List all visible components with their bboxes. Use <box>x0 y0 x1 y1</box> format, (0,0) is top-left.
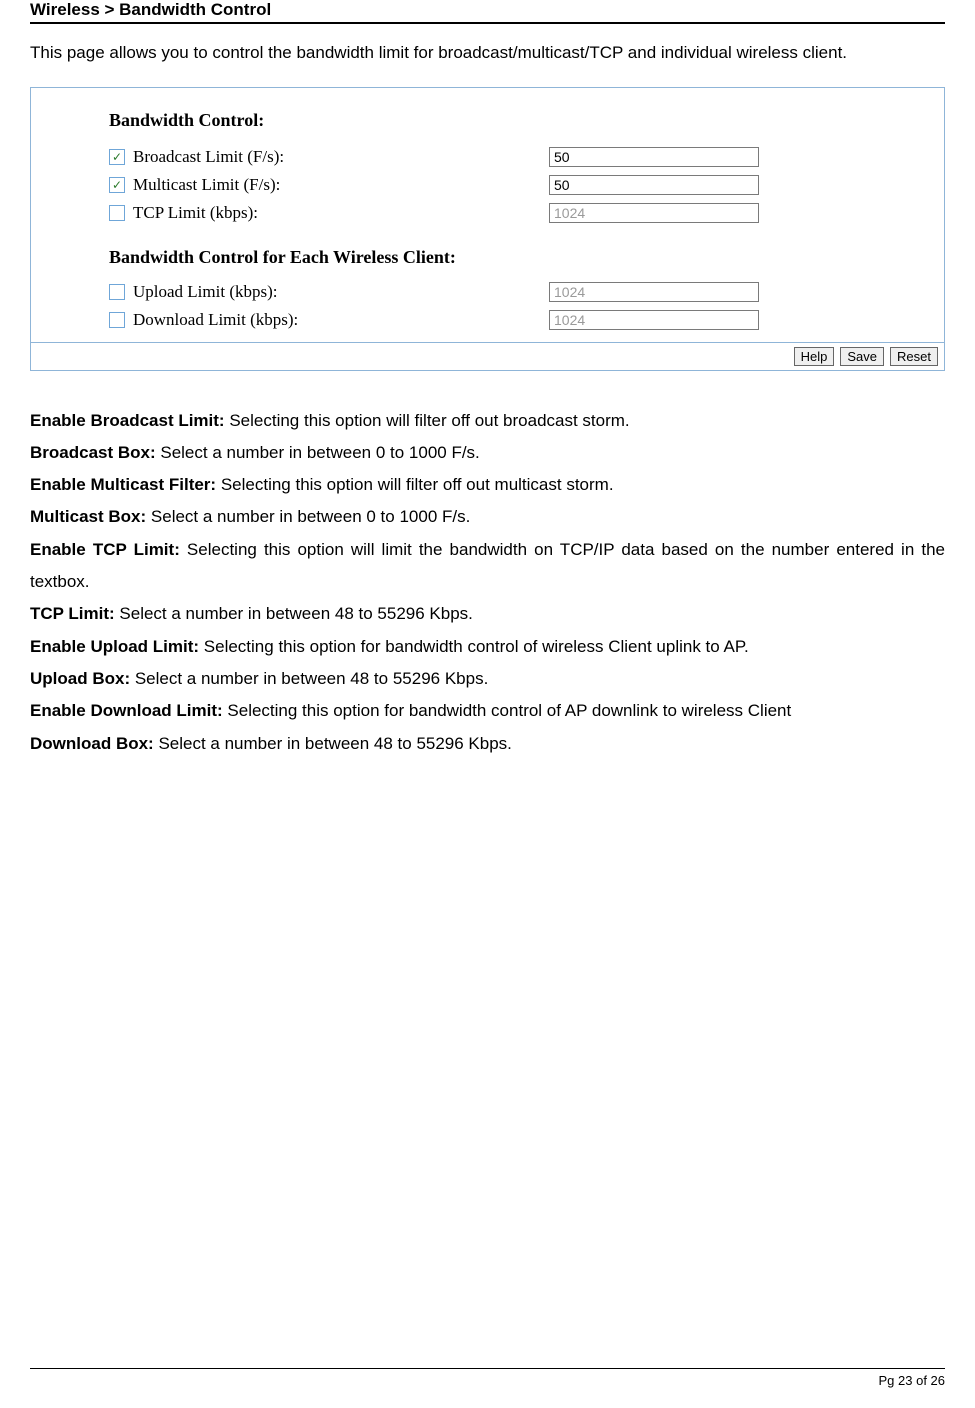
section-title-2: Bandwidth Control for Each Wireless Clie… <box>109 247 918 268</box>
help-button[interactable]: Help <box>794 347 835 366</box>
input-multicast-limit[interactable] <box>549 175 759 195</box>
input-broadcast-limit[interactable] <box>549 147 759 167</box>
label-tcp-limit: TCP Limit (kbps): <box>133 203 258 223</box>
label-broadcast-limit: Broadcast Limit (F/s): <box>133 147 284 167</box>
screenshot-panel: Bandwidth Control: ✓ Broadcast Limit (F/… <box>30 87 945 371</box>
checkbox-download-limit[interactable] <box>109 312 125 328</box>
def-enable-upload-limit: Enable Upload Limit: Selecting this opti… <box>30 631 945 663</box>
section-title-1: Bandwidth Control: <box>109 110 918 131</box>
page-heading: Wireless > Bandwidth Control <box>30 0 945 24</box>
label-download-limit: Download Limit (kbps): <box>133 310 298 330</box>
label-upload-limit: Upload Limit (kbps): <box>133 282 277 302</box>
row-multicast-limit: ✓ Multicast Limit (F/s): <box>109 171 918 199</box>
save-button[interactable]: Save <box>840 347 884 366</box>
page-footer: Pg 23 of 26 <box>30 1368 945 1388</box>
input-upload-limit[interactable] <box>549 282 759 302</box>
button-bar: Help Save Reset <box>31 342 944 370</box>
input-download-limit[interactable] <box>549 310 759 330</box>
input-tcp-limit[interactable] <box>549 203 759 223</box>
def-enable-multicast-filter: Enable Multicast Filter: Selecting this … <box>30 469 945 501</box>
def-broadcast-box: Broadcast Box: Select a number in betwee… <box>30 437 945 469</box>
definitions: Enable Broadcast Limit: Selecting this o… <box>30 405 945 760</box>
checkbox-upload-limit[interactable] <box>109 284 125 300</box>
row-upload-limit: Upload Limit (kbps): <box>109 278 918 306</box>
row-download-limit: Download Limit (kbps): <box>109 306 918 334</box>
def-enable-tcp-limit: Enable TCP Limit: Selecting this option … <box>30 534 945 599</box>
def-enable-download-limit: Enable Download Limit: Selecting this op… <box>30 695 945 727</box>
checkbox-tcp-limit[interactable] <box>109 205 125 221</box>
def-upload-box: Upload Box: Select a number in between 4… <box>30 663 945 695</box>
label-multicast-limit: Multicast Limit (F/s): <box>133 175 280 195</box>
def-enable-broadcast-limit: Enable Broadcast Limit: Selecting this o… <box>30 405 945 437</box>
def-download-box: Download Box: Select a number in between… <box>30 728 945 760</box>
checkbox-broadcast-limit[interactable]: ✓ <box>109 149 125 165</box>
row-tcp-limit: TCP Limit (kbps): <box>109 199 918 227</box>
def-tcp-limit: TCP Limit: Select a number in between 48… <box>30 598 945 630</box>
intro-text: This page allows you to control the band… <box>30 38 945 69</box>
row-broadcast-limit: ✓ Broadcast Limit (F/s): <box>109 143 918 171</box>
checkbox-multicast-limit[interactable]: ✓ <box>109 177 125 193</box>
reset-button[interactable]: Reset <box>890 347 938 366</box>
def-multicast-box: Multicast Box: Select a number in betwee… <box>30 501 945 533</box>
